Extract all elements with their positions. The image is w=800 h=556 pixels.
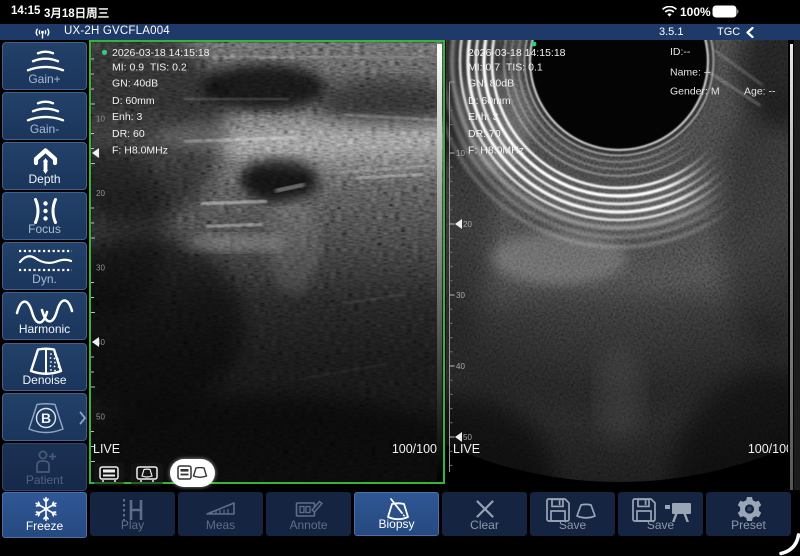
- svg-text:GN: 40dB: GN: 40dB: [112, 78, 158, 90]
- svg-text:10: 10: [456, 149, 465, 158]
- svg-text:Gender: M: Gender: M: [670, 86, 720, 98]
- svg-text:LIVE: LIVE: [93, 442, 120, 456]
- svg-text:Name: --: Name: --: [670, 67, 711, 79]
- svg-text:50: 50: [96, 413, 105, 422]
- svg-text:20: 20: [96, 189, 105, 198]
- svg-text:GN: 80dB: GN: 80dB: [468, 78, 514, 90]
- svg-text:100/100: 100/100: [748, 442, 788, 456]
- svg-text:F: H8.0MHz: F: H8.0MHz: [468, 145, 524, 157]
- svg-text:2026-03-18 14:15:18: 2026-03-18 14:15:18: [468, 47, 566, 59]
- svg-text:LIVE: LIVE: [453, 442, 480, 456]
- svg-text:B: B: [41, 410, 51, 426]
- svg-text:30: 30: [456, 291, 465, 300]
- svg-text:DR: 60: DR: 60: [112, 128, 145, 140]
- svg-text:50: 50: [463, 433, 472, 442]
- svg-text:MI: 0.7 TIS: 0.1: MI: 0.7 TIS: 0.1: [468, 62, 543, 74]
- svg-text:MI: 0.9 TIS: 0.2: MI: 0.9 TIS: 0.2: [112, 62, 187, 74]
- svg-text:D: 60mm: D: 60mm: [112, 95, 155, 107]
- svg-text:DR: 70: DR: 70: [468, 128, 501, 140]
- svg-text:ID:--: ID:--: [670, 46, 691, 58]
- svg-text:Enh: 3: Enh: 3: [112, 111, 143, 123]
- svg-text:100/100: 100/100: [392, 442, 437, 456]
- svg-text:Age: --: Age: --: [744, 86, 776, 98]
- svg-text:2026-03-18 14:15:18: 2026-03-18 14:15:18: [112, 47, 210, 59]
- svg-text:Enh: 3: Enh: 3: [468, 111, 499, 123]
- svg-text:20: 20: [463, 220, 472, 229]
- svg-text:D: 60mm: D: 60mm: [468, 95, 511, 107]
- svg-text:F: H8.0MHz: F: H8.0MHz: [112, 145, 168, 157]
- svg-text:10: 10: [96, 115, 105, 124]
- svg-text:30: 30: [96, 264, 105, 273]
- svg-text:40: 40: [456, 362, 465, 371]
